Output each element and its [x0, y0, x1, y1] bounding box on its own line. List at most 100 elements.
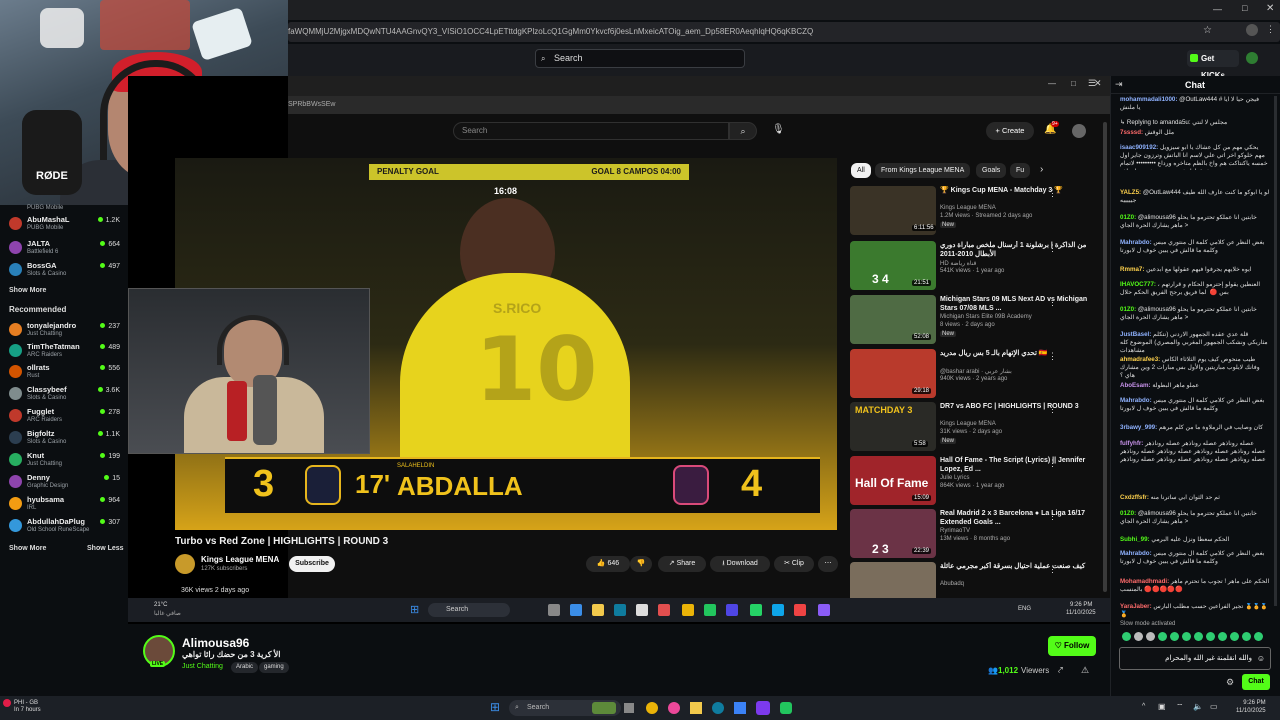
- share-stream-icon[interactable]: ⤤: [1058, 665, 1063, 676]
- clip-button[interactable]: ✂ Clip: [774, 556, 814, 572]
- chat-username[interactable]: fulfyhfr:: [1120, 440, 1143, 447]
- sidebar-channel[interactable]: BossGA Slots & Casino 497: [0, 260, 128, 286]
- emote-icon[interactable]: [1194, 632, 1203, 641]
- recommended-video[interactable]: 52:08 Michigan Stars 09 MLS Next AD vs Mi…: [850, 295, 1095, 347]
- chip-more[interactable]: Fu: [1010, 163, 1031, 178]
- share-button[interactable]: ↗ Share: [658, 556, 706, 572]
- inner-whatsapp-icon[interactable]: [750, 604, 762, 616]
- youtube-search-button[interactable]: ⌕: [729, 122, 757, 140]
- menu-dots-icon[interactable]: ⋮: [1266, 24, 1275, 35]
- streamer-name[interactable]: Alimousa96: [182, 636, 249, 650]
- emoji-icon[interactable]: ☺: [1257, 648, 1265, 669]
- close-icon[interactable]: ✕: [1266, 3, 1274, 14]
- youtube-scrollbar[interactable]: [1103, 122, 1107, 592]
- tag-arabic[interactable]: Arabic: [231, 662, 259, 673]
- app-icon-3[interactable]: [780, 702, 792, 714]
- app-icon-1[interactable]: [668, 702, 680, 714]
- youtube-search-input[interactable]: Search: [453, 122, 729, 140]
- chat-username[interactable]: 01Z0:: [1120, 306, 1136, 313]
- chat-input[interactable]: والله انقلمنة غير الله والمحرام ☺: [1119, 647, 1271, 670]
- kick-search-input[interactable]: ⌕ Search: [535, 49, 745, 68]
- emote-icon[interactable]: [1230, 632, 1239, 641]
- follow-button[interactable]: ♡ Follow: [1048, 636, 1096, 656]
- sidebar-channel[interactable]: AbuMashaL PUBG Mobile 1.2K: [0, 214, 128, 240]
- inner-taskview-icon[interactable]: [548, 604, 560, 616]
- rec-more-icon[interactable]: ⋮: [1048, 458, 1057, 469]
- chat-settings-icon[interactable]: ⚙: [1226, 677, 1234, 688]
- chip-goals[interactable]: Goals: [976, 163, 1007, 178]
- inner-app-icon-7[interactable]: [818, 604, 830, 616]
- chat-username[interactable]: 01Z0:: [1120, 214, 1136, 221]
- user-avatar[interactable]: [1246, 52, 1258, 64]
- tray-app-icon[interactable]: ▣: [1158, 702, 1166, 711]
- chat-username[interactable]: Mahrabdo:: [1120, 397, 1152, 404]
- chat-username[interactable]: ahmadrafee3:: [1120, 356, 1160, 363]
- rec-more-icon[interactable]: ⋮: [1048, 404, 1057, 415]
- more-actions-button[interactable]: ⋯: [818, 556, 838, 572]
- edge-icon[interactable]: [712, 702, 724, 714]
- profile-avatar[interactable]: [1246, 24, 1258, 36]
- get-kicks-button[interactable]: Get KICKs: [1187, 50, 1239, 80]
- windows-start-icon[interactable]: ⊞: [490, 700, 500, 714]
- subscribe-button[interactable]: Subscribe: [289, 556, 335, 572]
- bookmark-star-icon[interactable]: ☆: [1203, 25, 1212, 36]
- window-minimize-icon[interactable]: —: [1048, 79, 1056, 88]
- chat-username[interactable]: 3rbawy_999:: [1120, 424, 1157, 431]
- emote-icon[interactable]: [1206, 632, 1215, 641]
- inner-explorer-icon[interactable]: [592, 604, 604, 616]
- inner-chrome-icon[interactable]: [682, 604, 694, 616]
- dislike-button[interactable]: 👎: [630, 556, 652, 572]
- show-less-link[interactable]: Show Less: [87, 545, 124, 552]
- emote-icon[interactable]: [1134, 632, 1143, 641]
- inner-windows-start-icon[interactable]: ⊞: [410, 603, 419, 616]
- wifi-icon[interactable]: ⌔: [1176, 702, 1184, 712]
- chat-username[interactable]: Subhi_99:: [1120, 536, 1150, 543]
- rec-more-icon[interactable]: ⋮: [1048, 511, 1057, 522]
- app-icon-2[interactable]: [756, 701, 770, 715]
- chat-username[interactable]: mohammadali1000:: [1120, 96, 1177, 103]
- chat-username[interactable]: Mohamadhmadi:: [1120, 578, 1169, 585]
- taskbar-clock[interactable]: 9:26 PM 11/10/2025: [1236, 699, 1266, 715]
- chrome-icon[interactable]: [646, 702, 658, 714]
- chat-send-button[interactable]: Chat: [1242, 674, 1270, 690]
- chat-username[interactable]: IHAVOC777:: [1120, 281, 1156, 288]
- rec-more-icon[interactable]: ⋮: [1048, 564, 1057, 575]
- inner-edge-icon[interactable]: [614, 604, 626, 616]
- download-button[interactable]: ⭳ Download: [710, 556, 770, 572]
- report-icon[interactable]: ⚠: [1081, 665, 1089, 676]
- chat-username[interactable]: AboEsam:: [1120, 382, 1151, 389]
- youtube-avatar[interactable]: [1072, 124, 1086, 138]
- rec-more-icon[interactable]: ⋮: [1048, 243, 1057, 254]
- chat-username[interactable]: JustBasel:: [1120, 331, 1151, 338]
- inner-app-icon-2[interactable]: [658, 604, 670, 616]
- emote-icon[interactable]: [1170, 632, 1179, 641]
- chip-all[interactable]: All: [851, 163, 871, 178]
- channel-name[interactable]: Kings League MENA: [201, 555, 279, 564]
- channel-avatar[interactable]: [175, 554, 195, 574]
- inner-app-icon-1[interactable]: [570, 604, 582, 616]
- inner-app-icon-3[interactable]: [704, 604, 716, 616]
- chat-username[interactable]: 01Z0:: [1120, 510, 1136, 517]
- chat-scrollbar[interactable]: [1274, 96, 1277, 606]
- taskview-icon[interactable]: [624, 703, 634, 713]
- minimize-icon[interactable]: —: [1213, 4, 1222, 14]
- chat-username[interactable]: YaraJaber:: [1120, 603, 1152, 610]
- sidebar-channel[interactable]: AbdullahDaPlug Old School RuneScape 307: [0, 516, 128, 542]
- chevron-right-icon[interactable]: ›: [1040, 164, 1043, 175]
- widgets-icon[interactable]: [592, 702, 616, 714]
- tag-gaming[interactable]: gaming: [259, 662, 289, 673]
- emote-icon[interactable]: [1182, 632, 1191, 641]
- chat-username[interactable]: Mahrabdo:: [1120, 550, 1152, 557]
- emote-icon[interactable]: [1254, 632, 1263, 641]
- chip-channel[interactable]: From Kings League MENA: [875, 163, 971, 178]
- youtube-address-bar[interactable]: SPRbBWsSEw: [288, 96, 1110, 114]
- emote-icon[interactable]: [1158, 632, 1167, 641]
- chat-username[interactable]: 7ssssd:: [1120, 129, 1143, 136]
- emote-icon[interactable]: [1146, 632, 1155, 641]
- recommended-video[interactable]: 6:11:56 🏆 Kings Cup MENA - Matchday 3 🏆 Ki…: [850, 186, 1095, 238]
- recommended-video[interactable]: 29:18 تحدي الإتهام بالـ 5 بس ريال مدريد 🇪…: [850, 349, 1095, 401]
- emote-icon[interactable]: [1122, 632, 1131, 641]
- tray-chevron-icon[interactable]: ^: [1142, 703, 1145, 710]
- rec-more-icon[interactable]: ⋮: [1048, 297, 1057, 308]
- chat-username[interactable]: Cxdzffsfr:: [1120, 494, 1149, 501]
